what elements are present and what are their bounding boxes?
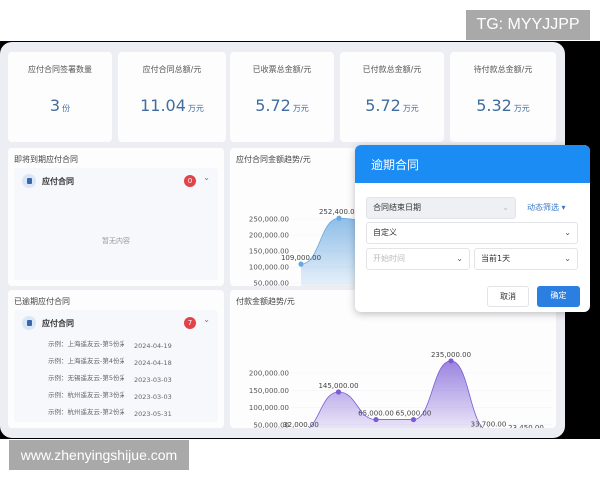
y-tick-label: 50,000.00 bbox=[253, 280, 289, 287]
data-point bbox=[335, 389, 342, 395]
data-label: 32,000.00 bbox=[283, 421, 319, 428]
data-label: 109,000.00 bbox=[281, 254, 321, 262]
dialog-title: 逾期合同 bbox=[371, 158, 420, 172]
overdue-dialog: 逾期合同 合同结束日期 ⌄ 动态筛选 ▾ 自定义 ⌄ 开始时间 ⌄ 当前1天 ⌄ 取消 … bbox=[355, 145, 590, 312]
stat-label: 已付款总金额/元 bbox=[362, 65, 422, 74]
contract-date: 2023-03-03 bbox=[134, 393, 172, 401]
contract-date: 2023-05-31 bbox=[134, 410, 172, 418]
stat-value: 11.04 万元 bbox=[118, 96, 226, 115]
data-label: 145,000.00 bbox=[318, 382, 358, 390]
stat-unit: 万元 bbox=[402, 104, 419, 113]
stat-card: 待付款总金额/元 5.32 万元 bbox=[450, 52, 556, 142]
contract-name: 示例：无锡遥友云-第5份采... bbox=[48, 374, 124, 382]
contract-name: 示例：上海遥友云-第4份采... bbox=[48, 357, 124, 365]
contract-name: 示例：上海遥友云-第5份采... bbox=[48, 340, 124, 348]
document-icon bbox=[22, 316, 36, 330]
y-tick-label: 200,000.00 bbox=[249, 232, 289, 240]
document-icon bbox=[22, 174, 36, 188]
group-name: 应付合同 bbox=[42, 319, 74, 328]
chevron-down-icon[interactable]: ⌄ bbox=[203, 315, 210, 324]
group-name: 应付合同 bbox=[42, 177, 74, 186]
stat-value: 5.72 万元 bbox=[230, 96, 334, 115]
overdue-row[interactable]: 示例：上海遥友云-第5份采... 2024-04-19 bbox=[48, 338, 172, 350]
contract-date: 2023-03-03 bbox=[134, 376, 172, 384]
stat-value: 3份 bbox=[8, 96, 112, 115]
stat-label: 待付款总金额/元 bbox=[473, 65, 533, 74]
overdue-row[interactable]: 示例：杭州遥友云-第2份采... 2023-05-31 bbox=[48, 406, 172, 418]
contract-date: 2024-04-18 bbox=[134, 359, 172, 367]
range-value: 当前1天 bbox=[481, 254, 511, 263]
contract-name: 示例：杭州遥友云-第2份采... bbox=[48, 408, 124, 416]
overdue-row[interactable]: 示例：上海遥友云-第4份采... 2024-04-18 bbox=[48, 355, 172, 367]
contract-date: 2024-04-19 bbox=[134, 342, 172, 350]
data-label: 33,700.00 bbox=[471, 420, 507, 428]
chevron-down-icon: ⌄ bbox=[564, 228, 571, 237]
overdue-row[interactable]: 示例：无锡遥友云-第5份采... 2023-03-03 bbox=[48, 372, 172, 384]
stat-label: 应付合同总额/元 bbox=[142, 65, 202, 74]
card-title: 即将到期应付合同 bbox=[14, 155, 78, 164]
card-title: 已逾期应付合同 bbox=[14, 297, 70, 306]
start-time-select[interactable]: 开始时间 ⌄ bbox=[366, 248, 470, 270]
empty-text: 暂无内容 bbox=[102, 237, 130, 245]
stat-value: 5.32 万元 bbox=[450, 96, 556, 115]
contract-group[interactable]: 应付合同 0 ⌄ 暂无内容 bbox=[14, 168, 218, 280]
stat-unit: 份 bbox=[62, 104, 71, 113]
range-select[interactable]: 当前1天 ⌄ bbox=[474, 248, 578, 270]
cancel-button[interactable]: 取消 bbox=[487, 286, 529, 307]
count-badge: 0 bbox=[184, 175, 196, 187]
stat-number: 11.04 bbox=[140, 96, 186, 115]
stat-value: 5.72 万元 bbox=[340, 96, 444, 115]
overdue-contracts-card: 已逾期应付合同 应付合同 7 ⌄ 示例：上海遥友云-第5份采... 2024-04… bbox=[8, 290, 224, 428]
contract-name: 示例：杭州遥友云-第3份采... bbox=[48, 391, 124, 399]
y-tick-label: 250,000.00 bbox=[249, 216, 289, 224]
start-placeholder: 开始时间 bbox=[373, 254, 405, 263]
data-point bbox=[448, 358, 454, 364]
stat-card: 已收票总金额/元 5.72 万元 bbox=[230, 52, 334, 142]
data-point bbox=[373, 416, 379, 423]
chevron-down-icon[interactable]: ⌄ bbox=[203, 173, 210, 182]
stat-unit: 万元 bbox=[292, 104, 309, 113]
stat-label: 应付合同签署数量 bbox=[28, 65, 92, 74]
overdue-row[interactable]: 示例：杭州遥友云-第3份采... 2023-03-03 bbox=[48, 389, 172, 401]
watermark-top: TG: MYYJJPP bbox=[466, 10, 590, 40]
y-tick-label: 100,000.00 bbox=[249, 404, 289, 412]
data-point bbox=[298, 261, 304, 267]
confirm-button[interactable]: 确定 bbox=[537, 286, 580, 307]
data-label: 65,000.00 bbox=[358, 410, 394, 418]
stat-unit: 万元 bbox=[513, 104, 530, 113]
contract-group[interactable]: 应付合同 7 ⌄ 示例：上海遥友云-第5份采... 2024-04-19 示例：上海… bbox=[14, 310, 218, 422]
y-tick-label: 150,000.00 bbox=[249, 387, 289, 395]
stat-card: 已付款总金额/元 5.72 万元 bbox=[340, 52, 444, 142]
dialog-header: 逾期合同 bbox=[355, 145, 590, 183]
data-label: 65,000.00 bbox=[396, 410, 432, 418]
stat-card: 应付合同签署数量 3 份 bbox=[8, 52, 112, 142]
chevron-down-icon: ⌄ bbox=[564, 254, 571, 263]
data-point bbox=[336, 215, 342, 221]
count-badge: 7 bbox=[184, 317, 196, 329]
data-point bbox=[410, 416, 417, 423]
watermark-bottom: www.zhenyingshijue.com bbox=[9, 440, 189, 470]
stat-number: 5.32 bbox=[476, 96, 512, 115]
mode-value: 自定义 bbox=[373, 228, 397, 237]
mode-select[interactable]: 自定义 ⌄ bbox=[366, 222, 578, 244]
data-label: 23,450.00 bbox=[508, 424, 544, 428]
stat-number: 3 bbox=[49, 96, 61, 115]
stat-card: 应付合同总额/元 11.04 万元 bbox=[118, 52, 226, 142]
stat-number: 5.72 bbox=[365, 96, 401, 115]
data-label: 235,000.00 bbox=[431, 351, 471, 359]
data-label: 252,400.00 bbox=[319, 208, 359, 216]
stat-number: 5.72 bbox=[255, 96, 291, 115]
field-value: 合同结束日期 bbox=[373, 203, 421, 212]
chevron-down-icon: ⌄ bbox=[456, 254, 463, 263]
stat-unit: 万元 bbox=[187, 104, 204, 113]
upcoming-contracts-card: 即将到期应付合同 应付合同 0 ⌄ 暂无内容 bbox=[8, 148, 224, 286]
y-tick-label: 100,000.00 bbox=[249, 264, 289, 272]
field-select[interactable]: 合同结束日期 ⌄ bbox=[366, 197, 516, 219]
stat-label: 已收票总金额/元 bbox=[252, 65, 312, 74]
dynamic-filter-link[interactable]: 动态筛选 ▾ bbox=[527, 202, 566, 213]
chevron-down-icon: ⌄ bbox=[502, 203, 509, 212]
y-tick-label: 200,000.00 bbox=[249, 370, 289, 378]
